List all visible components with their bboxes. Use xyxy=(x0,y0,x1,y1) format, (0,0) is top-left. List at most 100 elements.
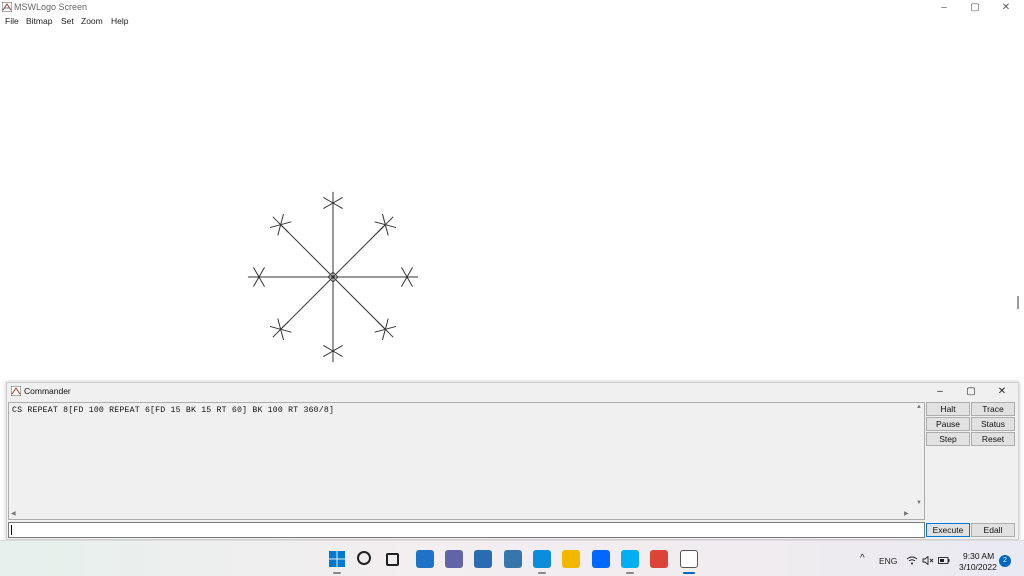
start-icon[interactable] xyxy=(328,550,346,568)
snowflake-spoke xyxy=(323,345,334,352)
snowflake-spoke xyxy=(323,202,334,209)
menu-file[interactable]: File xyxy=(5,16,19,26)
skype-icon[interactable] xyxy=(621,550,639,568)
snowflake-spoke xyxy=(323,197,334,204)
running-indicator xyxy=(333,572,341,574)
command-history[interactable]: CS REPEAT 8[FD 100 REPEAT 6[FD 15 BK 15 … xyxy=(8,402,925,520)
snowflake-spoke xyxy=(377,321,386,330)
snowflake-spoke xyxy=(374,328,386,333)
close-button[interactable]: ✕ xyxy=(991,0,1021,15)
history-line: CS REPEAT 8[FD 100 REPEAT 6[FD 15 BK 15 … xyxy=(12,406,335,415)
history-vertical-scrollbar[interactable]: ▲ ▼ xyxy=(914,403,924,509)
snowflake-spoke xyxy=(280,329,285,341)
clock-date[interactable]: 3/10/2022 xyxy=(959,562,997,572)
commander-maximize-button[interactable]: ▢ xyxy=(956,384,986,399)
snowflake-spoke xyxy=(269,325,281,330)
commander-window: Commander – ▢ ✕ CS REPEAT 8[FD 100 REPEA… xyxy=(6,382,1019,540)
snowflake-spoke xyxy=(385,325,397,330)
commander-icon xyxy=(11,386,21,396)
snowflake-spoke xyxy=(280,224,289,233)
snowflake-spoke xyxy=(332,197,343,204)
menu-bar: File Bitmap Set Zoom Help xyxy=(0,15,1024,28)
execute-button[interactable]: Execute xyxy=(926,523,970,537)
reset-button[interactable]: Reset xyxy=(971,432,1015,446)
snowflake-spoke xyxy=(384,216,394,226)
language-indicator[interactable]: ENG xyxy=(879,556,897,566)
running-indicator xyxy=(538,572,546,574)
scroll-up-icon[interactable]: ▲ xyxy=(916,404,922,410)
maximize-button[interactable]: ▢ xyxy=(960,0,990,15)
edge-icon[interactable] xyxy=(533,550,551,568)
battery-icon[interactable] xyxy=(938,557,950,564)
edall-button[interactable]: Edall xyxy=(971,523,1015,537)
snowflake-spoke xyxy=(381,213,386,225)
snowflake-spoke xyxy=(272,216,282,226)
snowflake-spoke xyxy=(384,224,389,236)
scroll-left-icon[interactable]: ◀ xyxy=(11,510,16,517)
commander-title: Commander xyxy=(24,386,71,396)
chrome-icon[interactable] xyxy=(650,550,668,568)
pause-button[interactable]: Pause xyxy=(926,417,970,431)
running-indicator xyxy=(626,572,634,574)
scroll-right-icon[interactable]: ▶ xyxy=(904,510,909,517)
snowflake-spoke xyxy=(253,267,260,278)
widgets-icon[interactable] xyxy=(416,550,434,568)
commander-close-button[interactable]: ✕ xyxy=(987,384,1017,399)
mswlogo-icon[interactable] xyxy=(680,550,698,568)
snowflake-spoke xyxy=(277,318,282,330)
trace-button[interactable]: Trace xyxy=(971,402,1015,416)
snowflake-spoke xyxy=(332,350,343,357)
scroll-down-icon[interactable]: ▼ xyxy=(916,500,922,506)
snowflake-spoke xyxy=(406,276,413,287)
snowflake-spoke xyxy=(280,321,289,330)
wifi-icon[interactable] xyxy=(906,556,918,565)
volume-muted-icon[interactable] xyxy=(922,556,934,565)
menu-bitmap[interactable]: Bitmap xyxy=(26,16,52,26)
snowflake-spoke xyxy=(384,328,394,338)
zalo-icon[interactable] xyxy=(592,550,610,568)
menu-help[interactable]: Help xyxy=(111,16,128,26)
snowflake-spoke xyxy=(377,224,386,233)
mswlogo-app-icon xyxy=(2,2,12,12)
store-icon[interactable] xyxy=(474,550,492,568)
task-view-icon[interactable] xyxy=(386,553,399,566)
tray-chevron-icon[interactable]: ^ xyxy=(860,553,865,564)
clock-time[interactable]: 9:30 AM xyxy=(963,551,994,561)
menu-zoom[interactable]: Zoom xyxy=(81,16,103,26)
notification-badge[interactable]: 2 xyxy=(999,555,1011,567)
step-button[interactable]: Step xyxy=(926,432,970,446)
window-title: MSWLogo Screen xyxy=(14,2,88,12)
snowflake-spoke xyxy=(280,328,292,333)
snowflake-spoke xyxy=(253,276,260,287)
snowflake-spoke xyxy=(332,345,343,352)
snowflake-spoke xyxy=(258,276,265,287)
snowflake-spoke xyxy=(277,224,282,236)
commander-title-bar: Commander – ▢ ✕ xyxy=(7,383,1018,400)
minimize-button[interactable]: – xyxy=(929,0,959,15)
snowflake-spoke xyxy=(384,318,389,330)
snowflake-spoke xyxy=(258,267,265,278)
snowflake-spoke xyxy=(280,221,292,226)
snowflake-spoke xyxy=(374,221,386,226)
drawing-canvas[interactable] xyxy=(0,28,1014,380)
canvas-scrollbar-thumb[interactable] xyxy=(1017,296,1019,309)
command-input[interactable] xyxy=(8,522,925,538)
history-horizontal-scrollbar[interactable]: ◀ ▶ xyxy=(9,509,915,519)
title-bar: MSWLogo Screen – ▢ ✕ xyxy=(0,0,1024,15)
snowflake-drawing xyxy=(247,191,419,363)
teams-chat-icon[interactable] xyxy=(445,550,463,568)
menu-set[interactable]: Set xyxy=(61,16,74,26)
snowflake-spoke xyxy=(323,350,334,357)
snowflake-spoke xyxy=(269,224,281,229)
halt-button[interactable]: Halt xyxy=(926,402,970,416)
snowflake-spoke xyxy=(401,267,408,278)
commander-minimize-button[interactable]: – xyxy=(925,384,955,399)
python-icon[interactable] xyxy=(504,550,522,568)
snowflake-spoke xyxy=(401,276,408,287)
snowflake-spoke xyxy=(332,202,343,209)
status-button[interactable]: Status xyxy=(971,417,1015,431)
snowflake-spoke xyxy=(272,328,282,338)
text-caret xyxy=(11,525,12,535)
search-icon[interactable] xyxy=(357,551,371,565)
file-explorer-icon[interactable] xyxy=(562,550,580,568)
